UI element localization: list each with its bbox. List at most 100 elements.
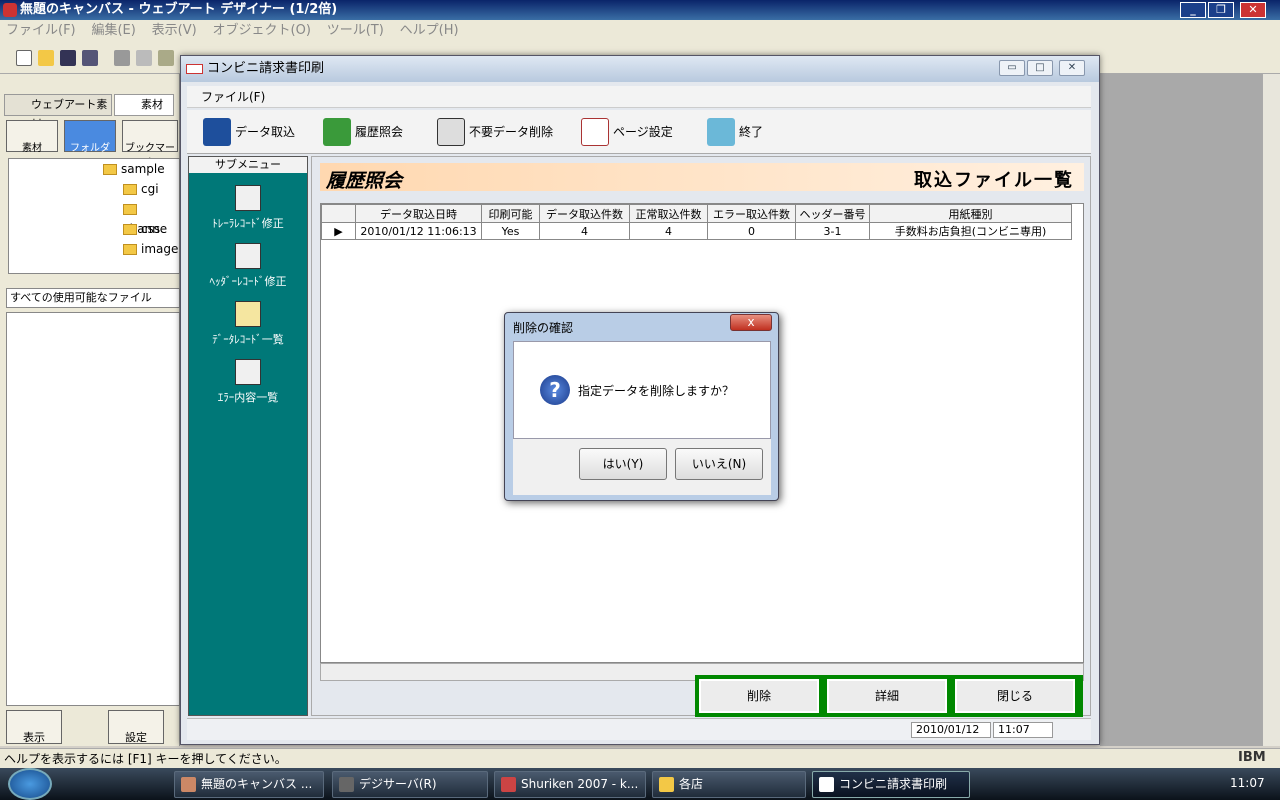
save-icon[interactable] (60, 50, 76, 66)
folder-tree[interactable]: sample cgi channe css image (8, 158, 180, 274)
folder-icon (123, 204, 137, 215)
cut-icon[interactable] (114, 50, 130, 66)
app-status-bar: ヘルプを表示するには [F1] キーを押してください。 (0, 748, 1280, 768)
table-cell: 2010/01/12 11:06:13 (355, 222, 482, 240)
column-header[interactable]: データ取込日時 (355, 204, 482, 223)
restore-button[interactable]: ❐ (1208, 2, 1234, 18)
menu-tools[interactable]: ツール(T) (321, 20, 390, 42)
import-data-button[interactable]: データ取込 (199, 116, 295, 148)
dialog-close-button[interactable]: x (730, 314, 772, 331)
minimize-button[interactable]: _ (1180, 2, 1206, 18)
dialog-message: 指定データを削除しますか？ (578, 384, 735, 398)
new-icon[interactable] (16, 50, 32, 66)
delete-confirm-dialog: 削除の確認 x ? 指定データを削除しますか？ はい(Y) いいえ(N) (504, 312, 779, 501)
taskbar-item-stores[interactable]: 各店 (652, 771, 806, 798)
column-header[interactable]: 正常取込件数 (629, 204, 708, 223)
books-icon (323, 118, 351, 146)
open-icon[interactable] (38, 50, 54, 66)
table-cell: 手数料お店負担(コンビニ専用) (869, 222, 1072, 240)
tree-node[interactable]: channe (123, 199, 179, 236)
file-filter-select[interactable]: すべての使用可能なファイル (6, 288, 180, 308)
taskbar-item-invoice-print[interactable]: コンビニ請求書印刷 (812, 771, 970, 798)
table-row[interactable]: ▶ 2010/01/12 11:06:13 Yes 4 4 0 3-1 手数料お… (321, 222, 1072, 240)
window-title: コンビニ請求書印刷 (207, 61, 325, 76)
menu-view[interactable]: 表示(V) (146, 20, 203, 42)
dialog-title: 削除の確認 (513, 321, 574, 335)
taskbar-item-shuriken[interactable]: Shuriken 2007 - k... (494, 771, 646, 798)
yes-button[interactable]: はい(Y) (579, 448, 667, 480)
exit-button[interactable]: 終了 (703, 116, 763, 148)
close-window-button[interactable]: 閉じる (955, 679, 1075, 713)
column-header[interactable]: エラー取込件数 (707, 204, 796, 223)
menu-help[interactable]: ヘルプ(H) (394, 20, 465, 42)
table-cell: 3-1 (795, 222, 870, 240)
exit-icon (707, 118, 735, 146)
delete-button[interactable]: 削除 (699, 679, 819, 713)
materials-button[interactable]: 素材 (6, 120, 58, 154)
table-cell: 4 (629, 222, 708, 240)
window-title-bar: コンビニ請求書印刷 ▭ □ ✕ (181, 56, 1099, 82)
action-bar: 削除 詳細 閉じる (695, 675, 1083, 717)
file-list[interactable] (6, 312, 180, 706)
page-setup-icon (581, 118, 609, 146)
bookmark-button[interactable]: ブックマーク (122, 120, 178, 169)
webart-icon (181, 777, 196, 792)
close-button[interactable]: ✕ (1240, 2, 1266, 18)
column-header[interactable]: データ取込件数 (539, 204, 630, 223)
tree-node[interactable]: cgi (123, 179, 159, 199)
taskbar-item-canvas[interactable]: 無題のキャンバス ... (174, 771, 324, 798)
table-cell: 0 (707, 222, 796, 240)
delete-unneeded-button[interactable]: 不要データ削除 (433, 116, 553, 148)
left-panel: ウェブアート素材 素材 素材 フォルダ ブックマーク sample cgi ch… (0, 74, 180, 746)
row-selector-header (321, 204, 356, 223)
view-button[interactable]: 表示 (6, 710, 62, 744)
taskbar-clock[interactable]: 11:07 (1230, 776, 1265, 790)
row-pointer-icon: ▶ (321, 222, 356, 240)
page-setup-button[interactable]: ページ設定 (577, 116, 673, 148)
window-maximize-button[interactable]: □ (1027, 60, 1053, 76)
submenu-trailer-edit[interactable]: ﾄﾚｰﾗﾚｺｰﾄﾞ修正 (189, 185, 307, 241)
folder-icon (123, 224, 137, 235)
window-minimize-button[interactable]: ▭ (999, 60, 1025, 76)
app-icon (3, 3, 17, 17)
details-button[interactable]: 詳細 (827, 679, 947, 713)
window-menu-file[interactable]: ファイル(F) (201, 90, 265, 104)
no-button[interactable]: いいえ(N) (675, 448, 763, 480)
column-header[interactable]: 用紙種別 (869, 204, 1072, 223)
tree-node[interactable]: css (123, 219, 160, 239)
submenu-data-list[interactable]: ﾃﾞｰﾀﾚｺｰﾄﾞ一覧 (189, 301, 307, 357)
settings-button[interactable]: 設定 (108, 710, 164, 744)
taskbar-item-digiserver[interactable]: デジサーバ(R) (332, 771, 488, 798)
server-icon (339, 777, 354, 792)
status-time: 11:07 (993, 722, 1053, 738)
folder-button[interactable]: フォルダ (64, 120, 116, 154)
table-header-row: データ取込日時 印刷可能 データ取込件数 正常取込件数 エラー取込件数 ヘッダー… (321, 204, 1072, 223)
sub-menu-panel: サブメニュー ﾄﾚｰﾗﾚｺｰﾄﾞ修正 ﾍｯﾀﾞｰﾚｺｰﾄﾞ修正 ﾃﾞｰﾀﾚｺｰﾄ… (188, 156, 308, 716)
tab-webart-materials[interactable]: ウェブアート素材 (4, 94, 112, 131)
window-close-button[interactable]: ✕ (1059, 60, 1085, 76)
tree-node[interactable]: image (123, 239, 178, 259)
menu-object[interactable]: オブジェクト(O) (207, 20, 317, 42)
history-button[interactable]: 履歴照会 (319, 116, 403, 148)
column-header[interactable]: 印刷可能 (481, 204, 540, 223)
folder-icon (659, 777, 674, 792)
tab-materials[interactable]: 素材 (114, 94, 174, 116)
submenu-error-list[interactable]: ｴﾗｰ内容一覧 (189, 359, 307, 415)
menu-edit[interactable]: 編集(E) (85, 20, 141, 42)
table-cell: Yes (481, 222, 540, 240)
window-app-icon (186, 64, 203, 74)
tree-node[interactable]: sample (103, 159, 165, 179)
floppy-icon (203, 118, 231, 146)
column-header[interactable]: ヘッダー番号 (795, 204, 870, 223)
heading-banner: 履歴照会 取込ファイル一覧 (320, 163, 1084, 192)
start-button[interactable] (8, 768, 52, 800)
submenu-header-edit[interactable]: ﾍｯﾀﾞｰﾚｺｰﾄﾞ修正 (189, 243, 307, 299)
save-as-icon[interactable] (82, 50, 98, 66)
copy-icon[interactable] (136, 50, 152, 66)
dialog-body: ? 指定データを削除しますか？ (513, 341, 771, 439)
vertical-scrollbar[interactable] (1262, 74, 1280, 746)
paste-icon[interactable] (158, 50, 174, 66)
menu-file[interactable]: ファイル(F) (0, 20, 82, 42)
folder-icon (103, 164, 117, 175)
documents-icon (235, 301, 261, 327)
